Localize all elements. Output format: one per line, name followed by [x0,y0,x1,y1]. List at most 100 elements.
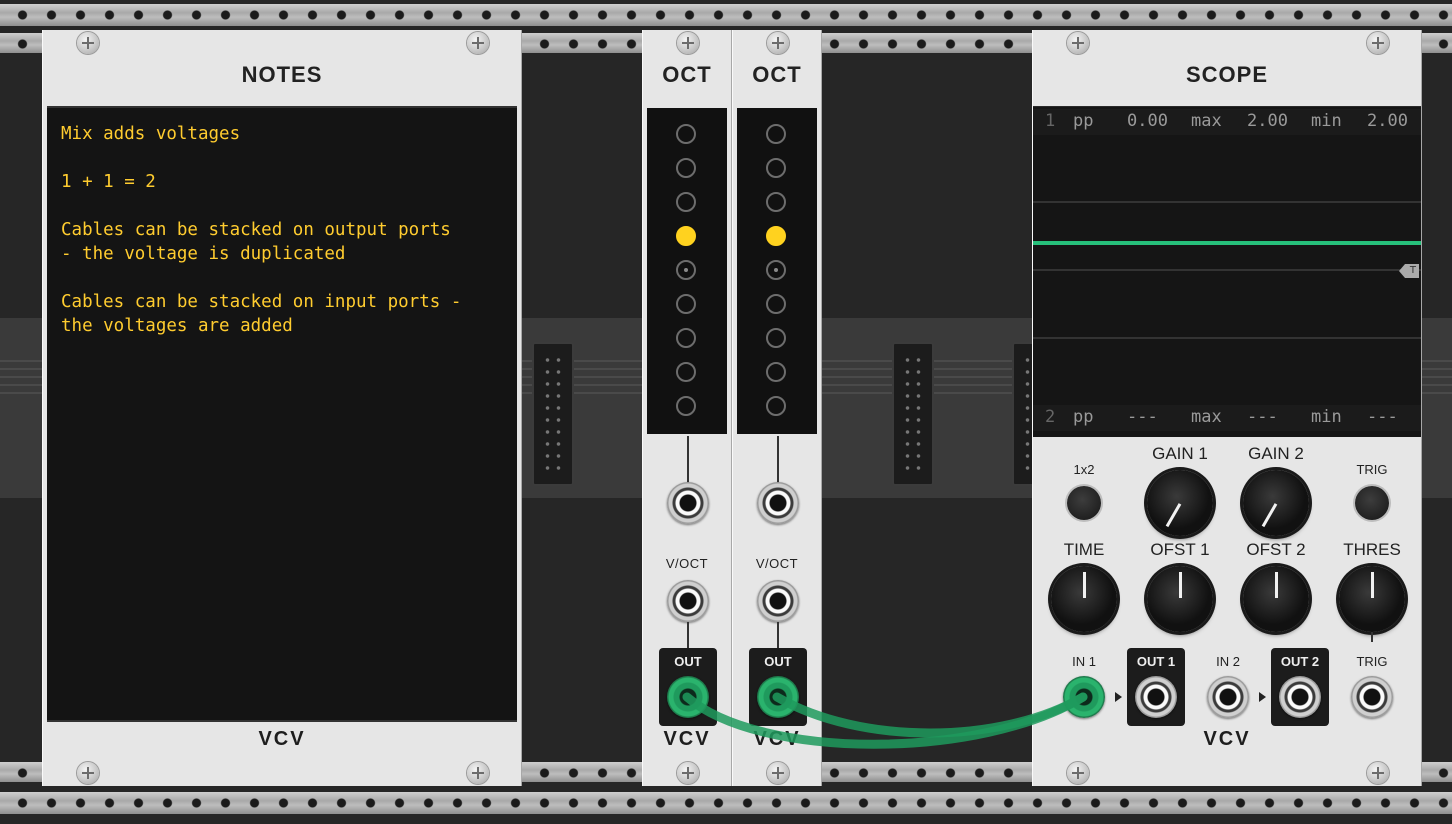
ch2-max-label: max [1191,407,1222,427]
trig-in-jack[interactable] [1351,676,1393,718]
panel-line [777,622,779,648]
trig-button-label: TRIG [1356,462,1388,477]
panel-line [1371,632,1373,642]
out-jack[interactable] [667,676,709,718]
scope-stats-ch2: 2 pp --- max --- min --- [1033,405,1421,431]
gain2-knob[interactable] [1243,470,1309,536]
mode-button[interactable] [1067,486,1101,520]
gain2-label: GAIN 2 [1248,444,1304,463]
octave-module[interactable]: OCT V/OCT OUT VCV [642,30,732,786]
octave-cv-input-jack[interactable] [667,482,709,524]
ofst1-knob[interactable] [1147,566,1213,632]
ofst2-knob[interactable] [1243,566,1309,632]
notes-text-area[interactable]: Mix adds voltages 1 + 1 = 2 Cables can b… [47,106,517,722]
vcv-logo: VCV [1203,728,1251,750]
screw-icon [677,762,699,784]
screw-icon [1067,32,1089,54]
octave-led [676,192,696,212]
time-label: TIME [1063,540,1105,559]
octave-led [766,328,786,348]
scope-title: SCOPE [1185,62,1269,87]
vcv-logo: VCV [258,728,306,750]
ch2-max-value: --- [1247,407,1278,427]
voct-label: V/OCT [665,556,709,571]
octave-led [676,124,696,144]
octave-led [676,294,696,314]
octave-led [766,158,786,178]
in2-jack[interactable] [1207,676,1249,718]
screw-icon [467,32,489,54]
ch1-min-label: min [1311,111,1342,131]
panel-line [687,436,689,486]
panel-line [777,436,779,486]
octave-led [766,226,786,246]
time-knob[interactable] [1051,566,1117,632]
voct-input-jack[interactable] [757,580,799,622]
out-label: OUT [674,654,702,669]
gain1-knob[interactable] [1147,470,1213,536]
ofst1-label: OFST 1 [1150,540,1210,559]
rack-rail-top [0,4,1452,26]
screw-icon [677,32,699,54]
blank-connector [532,342,574,486]
ch2-min-value: --- [1367,407,1398,427]
thres-knob[interactable] [1339,566,1405,632]
panel-line [687,622,689,648]
trigger-marker-icon: T [1399,264,1419,278]
octave-led [676,328,696,348]
vcv-logo: VCV [753,728,801,750]
out1-label: OUT 1 [1136,654,1176,669]
octave-led [766,294,786,314]
ch1-max-value: 2.00 [1247,111,1288,131]
ch1-number: 1 [1045,111,1056,131]
scope-display[interactable]: 1 pp 0.00 max 2.00 min 2.00 T 2 pp --- m… [1033,106,1421,437]
ch2-number: 2 [1045,407,1056,427]
voct-label: V/OCT [755,556,799,571]
trig-in-label: TRIG [1356,654,1388,669]
trig-button[interactable] [1355,486,1389,520]
octave-led [766,362,786,382]
in1-jack[interactable] [1063,676,1105,718]
thres-label: THRES [1343,540,1401,559]
octave-led [676,396,696,416]
octave-title: OCT [662,62,712,87]
ch2-min-label: min [1311,407,1342,427]
scope-trace-ch1 [1033,241,1421,245]
screw-icon [1367,32,1389,54]
out1-jack[interactable] [1135,676,1177,718]
octave-module[interactable]: OCT V/OCT OUT VCV [732,30,822,786]
ch2-pp-value: --- [1127,407,1158,427]
screw-icon [77,762,99,784]
octave-led-display[interactable] [737,108,817,434]
screw-icon [467,762,489,784]
notes-text[interactable]: Mix adds voltages 1 + 1 = 2 Cables can b… [61,122,503,338]
octave-title: OCT [752,62,802,87]
out2-label: OUT 2 [1280,654,1320,669]
out-jack[interactable] [757,676,799,718]
octave-led [676,260,696,280]
octave-led-display[interactable] [647,108,727,434]
rack-rail-bottom-2 [0,792,1452,814]
octave-led [676,158,696,178]
scope-gridline [1033,269,1421,271]
octave-led [676,362,696,382]
screw-icon [767,32,789,54]
out2-jack[interactable] [1279,676,1321,718]
out-label: OUT [764,654,792,669]
signal-arrow-icon [1115,692,1122,702]
ch1-pp-value: 0.00 [1127,111,1168,131]
notes-title: NOTES [241,62,323,87]
ofst2-label: OFST 2 [1246,540,1306,559]
octave-cv-input-jack[interactable] [757,482,799,524]
in1-label: IN 1 [1072,654,1096,669]
octave-led [766,192,786,212]
vcv-logo: VCV [663,728,711,750]
notes-module[interactable]: NOTES Mix adds voltages 1 + 1 = 2 Cables… [42,30,522,786]
scope-module[interactable]: SCOPE 1 pp 0.00 max 2.00 min 2.00 T 2 pp… [1032,30,1422,786]
scope-gridline [1033,337,1421,339]
blank-connector [892,342,934,486]
octave-led [766,260,786,280]
voct-input-jack[interactable] [667,580,709,622]
mode-label: 1x2 [1073,462,1095,477]
ch1-max-label: max [1191,111,1222,131]
